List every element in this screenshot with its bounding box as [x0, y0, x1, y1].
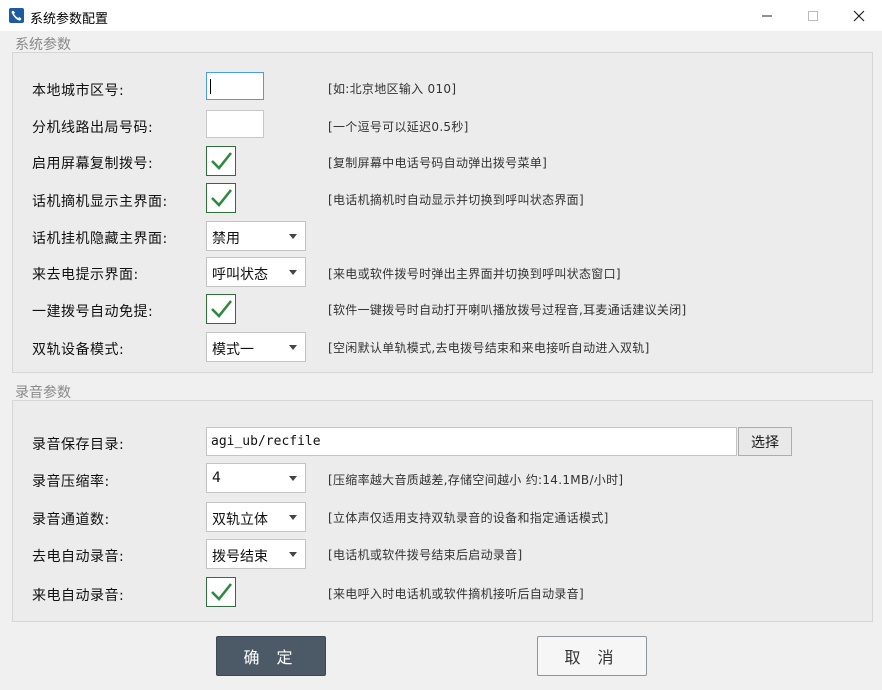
maximize-icon: [808, 10, 818, 21]
area-code-input[interactable]: [206, 72, 264, 100]
close-icon: [853, 10, 865, 21]
call-prompt-select[interactable]: 呼叫状态: [206, 257, 306, 287]
ok-button[interactable]: 确 定: [216, 636, 326, 676]
incoming-record-checkbox[interactable]: [206, 577, 236, 607]
chevron-down-icon: [289, 270, 297, 275]
channels-hint: [立体声仅适用支持双轨录音的设备和指定通话模式]: [328, 511, 609, 525]
extension-prefix-label: 分机线路出局号码:: [32, 120, 154, 136]
compression-select[interactable]: 4: [206, 463, 306, 493]
incoming-record-label: 来电自动录音:: [32, 588, 125, 604]
extension-prefix-input[interactable]: [206, 110, 264, 138]
save-dir-input[interactable]: agi_ub/recfile: [206, 427, 737, 456]
onhook-hide-value: 禁用: [212, 231, 240, 247]
title-bar: 系统参数配置: [0, 0, 882, 31]
outgoing-record-hint: [电话机或软件拨号结束后启动录音]: [328, 548, 523, 562]
compression-value: 4: [212, 470, 221, 486]
record-group-title: 录音参数: [15, 385, 71, 401]
channels-label: 录音通道数:: [32, 512, 110, 528]
channels-select[interactable]: 双轨立体: [206, 502, 306, 532]
system-group: [12, 52, 873, 373]
dual-track-mode-label: 双轨设备模式:: [32, 342, 125, 358]
chevron-down-icon: [289, 476, 297, 481]
minimize-button[interactable]: [744, 0, 790, 31]
offhook-show-label: 话机摘机显示主界面:: [32, 194, 168, 210]
screen-copy-dial-checkbox[interactable]: [206, 146, 236, 176]
checkmark-icon: [211, 152, 233, 170]
area-code-label: 本地城市区号:: [32, 83, 125, 99]
one-key-handsfree-checkbox[interactable]: [206, 294, 236, 324]
phone-icon: [9, 8, 24, 23]
area-code-hint: [如:北京地区输入 010]: [328, 82, 457, 96]
screen-copy-dial-hint: [复制屏幕中电话号码自动弹出拨号菜单]: [328, 156, 548, 170]
maximize-button[interactable]: [790, 0, 836, 31]
one-key-handsfree-hint: [软件一键拨号时自动打开喇叭播放拨号过程音,耳麦通话建议关闭]: [328, 303, 687, 317]
minimize-icon: [762, 15, 772, 16]
close-button[interactable]: [836, 0, 882, 31]
offhook-show-hint: [电话机摘机时自动显示并切换到呼叫状态界面]: [328, 193, 584, 207]
chevron-down-icon: [289, 234, 297, 239]
outgoing-record-select[interactable]: 拨号结束: [206, 539, 306, 569]
text-caret: [210, 79, 211, 94]
outgoing-record-label: 去电自动录音:: [32, 549, 125, 565]
save-dir-value: agi_ub/recfile: [211, 434, 321, 449]
channels-value: 双轨立体: [212, 512, 268, 528]
outgoing-record-value: 拨号结束: [212, 549, 268, 565]
cancel-button[interactable]: 取 消: [537, 636, 647, 676]
offhook-show-checkbox[interactable]: [206, 183, 236, 213]
one-key-handsfree-label: 一建拨号自动免提:: [32, 304, 154, 320]
save-dir-label: 录音保存目录:: [32, 437, 125, 453]
checkmark-icon: [211, 189, 233, 207]
call-prompt-label: 来去电提示界面:: [32, 267, 139, 283]
chevron-down-icon: [289, 515, 297, 520]
dual-track-mode-value: 模式一: [212, 342, 254, 358]
dual-track-mode-hint: [空闲默认单轨模式,去电拨号结束和来电接听自动进入双轨]: [328, 341, 650, 355]
chevron-down-icon: [289, 345, 297, 350]
compression-label: 录音压缩率:: [32, 474, 110, 490]
chevron-down-icon: [289, 552, 297, 557]
screen-copy-dial-label: 启用屏幕复制拨号:: [32, 156, 154, 172]
browse-button[interactable]: 选择: [738, 427, 792, 456]
window-title: 系统参数配置: [30, 12, 109, 27]
call-prompt-value: 呼叫状态: [212, 267, 268, 283]
extension-prefix-hint: [一个逗号可以延迟0.5秒]: [328, 120, 469, 134]
call-prompt-hint: [来电或软件拨号时弹出主界面并切换到呼叫状态窗口]: [328, 267, 621, 281]
onhook-hide-select[interactable]: 禁用: [206, 221, 306, 251]
incoming-record-hint: [来电呼入时电话机或软件摘机接听后自动录音]: [328, 587, 584, 601]
checkmark-icon: [211, 300, 233, 318]
checkmark-icon: [211, 583, 233, 601]
onhook-hide-label: 话机挂机隐藏主界面:: [32, 231, 168, 247]
dual-track-mode-select[interactable]: 模式一: [206, 332, 306, 362]
compression-hint: [压缩率越大音质越差,存储空间越小 约:14.1MB/小时]: [328, 473, 624, 487]
system-group-title: 系统参数: [15, 37, 71, 53]
